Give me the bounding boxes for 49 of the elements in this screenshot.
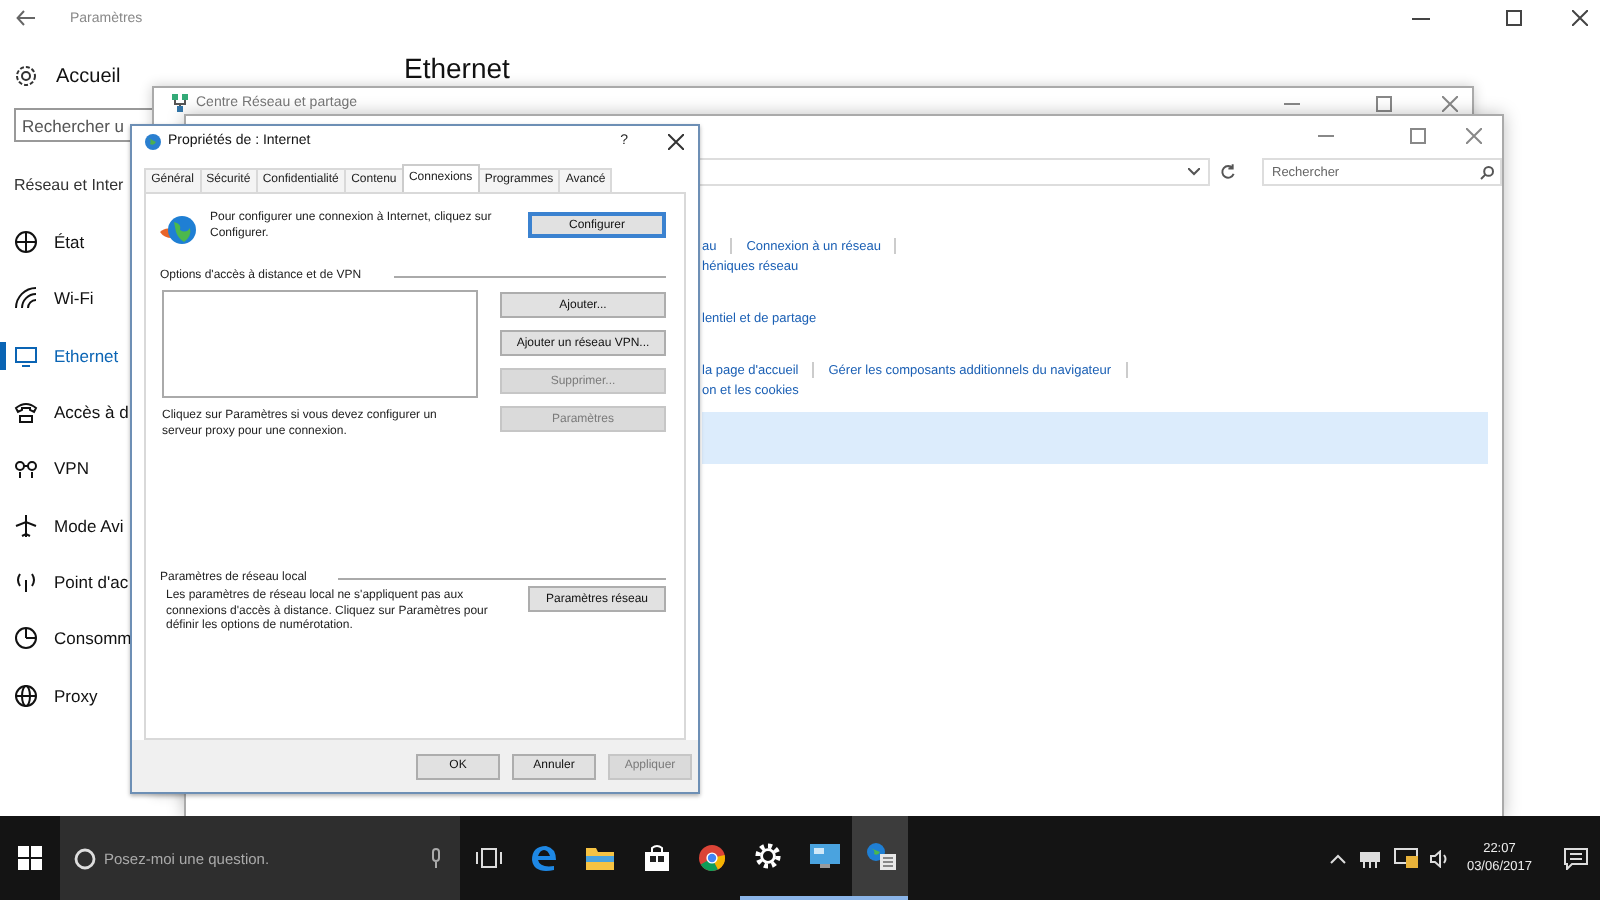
monitor-icon	[809, 844, 839, 868]
maximize-icon[interactable]	[1376, 95, 1392, 111]
microphone-icon[interactable]	[430, 848, 442, 868]
sidebar-item[interactable]: Accès à d	[14, 383, 129, 441]
monitor-icon	[14, 343, 38, 368]
wifi-icon	[14, 286, 38, 311]
sidebar-item[interactable]: Mode Avi	[14, 496, 124, 554]
globe-icon	[160, 214, 198, 246]
page-heading: Ethernet	[404, 52, 510, 84]
close-icon[interactable]	[1572, 10, 1588, 26]
network-icon[interactable]	[1358, 849, 1383, 867]
circle-icon	[74, 847, 96, 869]
sidebar-item[interactable]: VPN	[14, 440, 89, 497]
edge-icon	[530, 844, 558, 872]
chrome-icon	[698, 844, 726, 872]
sidebar-item[interactable]: État	[14, 214, 85, 271]
globe-icon	[142, 131, 162, 151]
section-heading: Réseau et Inter	[14, 176, 124, 194]
antenna-icon	[14, 569, 38, 594]
refresh-icon[interactable]	[1220, 164, 1236, 180]
sidebar-item[interactable]: Proxy	[14, 666, 98, 724]
sidebar-item[interactable]: Wi-Fi	[14, 270, 94, 328]
chevron-up-icon[interactable]	[1330, 853, 1347, 863]
phone-icon	[14, 400, 38, 425]
home-item[interactable]: Accueil	[14, 64, 121, 88]
globe-icon	[14, 683, 38, 708]
pie-icon	[14, 626, 38, 651]
dropdown-icon[interactable]	[1188, 168, 1201, 176]
network-icon	[170, 93, 190, 113]
sidebar-item[interactable]: Point d'ac	[14, 553, 129, 611]
network-icon	[865, 842, 895, 870]
taskview-icon	[475, 848, 501, 868]
monitor-icon[interactable]	[1394, 848, 1419, 868]
back-icon[interactable]	[16, 10, 36, 26]
search-icon	[1480, 165, 1494, 179]
notification-icon[interactable]	[1564, 847, 1588, 869]
shopping-bag-icon	[643, 844, 669, 872]
windows-icon[interactable]	[18, 846, 42, 870]
airplane-icon	[14, 513, 38, 538]
speaker-icon[interactable]	[1430, 849, 1451, 867]
taskbar-button[interactable]	[852, 816, 908, 900]
folder-icon	[586, 846, 614, 870]
vpn-icon	[14, 456, 38, 481]
globe-icon	[14, 230, 38, 255]
gear-icon	[754, 842, 782, 870]
close-icon[interactable]	[668, 133, 684, 149]
gear-icon	[14, 64, 38, 88]
sidebar-item[interactable]: Consomm	[14, 610, 132, 667]
maximize-icon[interactable]	[1506, 10, 1522, 26]
